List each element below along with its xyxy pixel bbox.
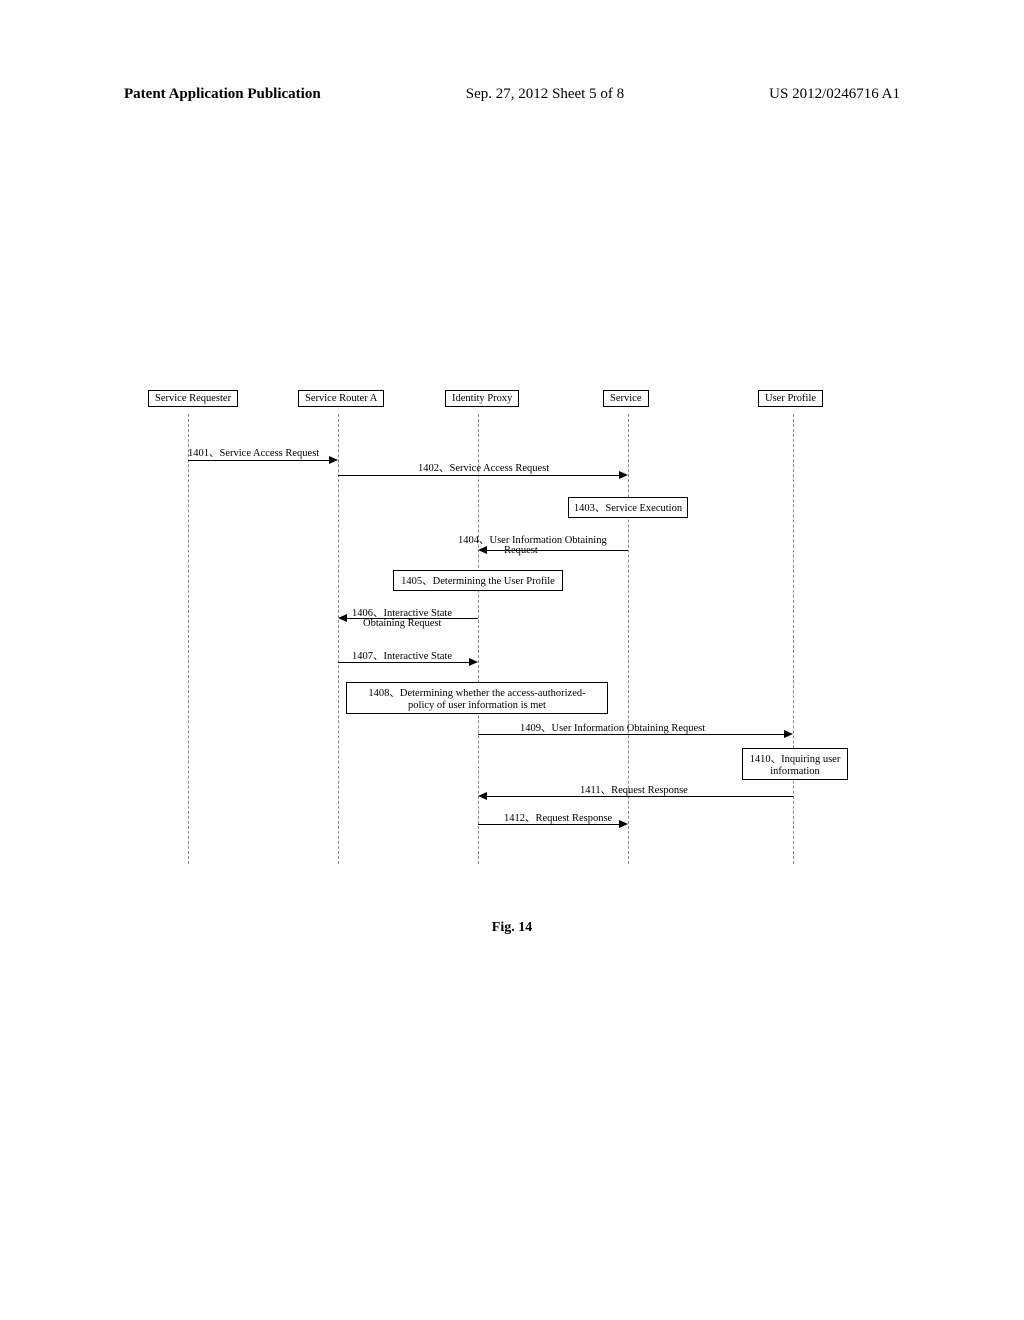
arrow-1401-line [188,460,329,461]
msg-1401: 1401、Service Access Request [188,445,319,460]
page-header: Patent Application Publication Sep. 27, … [0,86,1024,103]
msg-1412: 1412、Request Response [504,810,612,825]
participant-service-router-a: Service Router A [298,390,384,407]
note-1408-a: 1408、Determining whether the access-auth… [368,688,585,699]
participant-service-requester: Service Requester [148,390,238,407]
lifeline-p1 [188,414,189,864]
msg-1411: 1411、Request Response [580,782,688,797]
arrow-1406-head [338,614,347,622]
arrow-1412-line [478,824,619,825]
header-left: Patent Application Publication [124,86,321,103]
msg-1407: 1407、Interactive State [352,648,452,663]
arrow-1404-line [487,550,628,551]
msg-1409: 1409、User Information Obtaining Request [520,720,705,735]
arrow-1407-head [469,658,478,666]
arrow-1409-head [784,730,793,738]
arrow-1402-head [619,471,628,479]
arrow-1401-head [329,456,338,464]
sequence-diagram: Service Requester Service Router A Ident… [148,390,888,870]
msg-1406-b: Obtaining Request [363,618,441,629]
lifeline-p2 [338,414,339,864]
participant-service: Service [603,390,649,407]
header-center: Sep. 27, 2012 Sheet 5 of 8 [466,86,624,103]
note-1405: 1405、Determining the User Profile [393,570,563,591]
arrow-1411-head [478,792,487,800]
note-1408-b: policy of user information is met [408,700,546,711]
figure-caption: Fig. 14 [0,920,1024,936]
header-right: US 2012/0246716 A1 [769,86,900,103]
arrow-1402-line [338,475,619,476]
arrow-1412-head [619,820,628,828]
arrow-1404-head [478,546,487,554]
arrow-1411-line [487,796,793,797]
lifeline-p5 [793,414,794,864]
note-1408: 1408、Determining whether the access-auth… [346,682,608,714]
arrow-1409-line [478,734,784,735]
participant-user-profile: User Profile [758,390,823,407]
note-1410-b: information [770,766,820,777]
arrow-1406-line [347,618,478,619]
arrow-1407-line [338,662,469,663]
msg-1402: 1402、Service Access Request [418,460,549,475]
note-1403: 1403、Service Execution [568,497,688,518]
note-1410-a: 1410、Inquiring user [750,754,841,765]
participant-identity-proxy: Identity Proxy [445,390,519,407]
note-1410: 1410、Inquiring user information [742,748,848,780]
